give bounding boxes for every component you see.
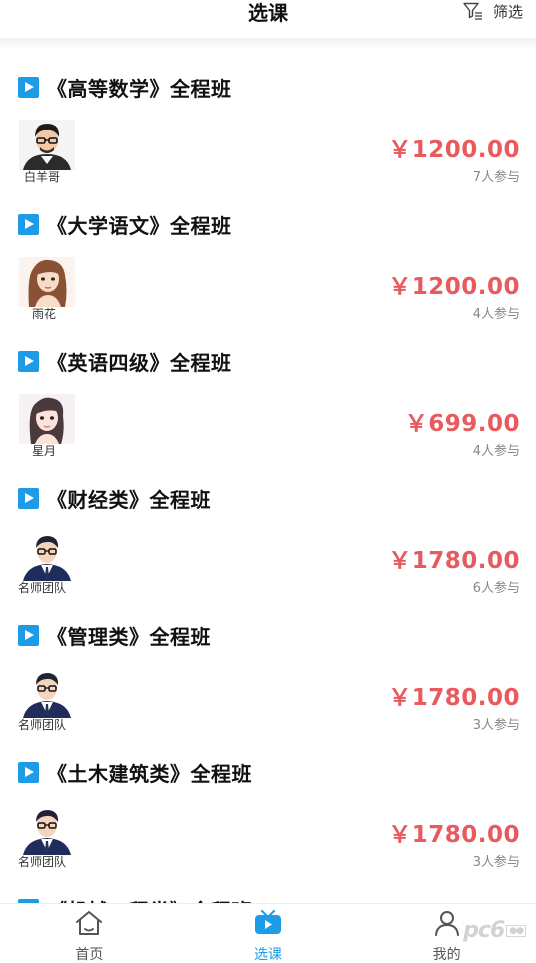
course-heading[interactable]: 《土木建筑类》全程班 (18, 757, 252, 787)
teacher-name: 白羊哥 (24, 170, 61, 184)
play-icon (18, 487, 39, 509)
course-name: 《土木建筑类》全程班 (47, 761, 252, 786)
course-heading[interactable]: 《管理类》全程班 (18, 620, 211, 650)
course-card[interactable]: 《土木建筑类》全程班 名师团队 ￥1780.00 3人参与 (0, 735, 536, 872)
course-price: ￥1780.00 (388, 822, 520, 848)
participant-count: 3人参与 (472, 718, 520, 733)
play-icon (18, 350, 39, 372)
tab-label: 选课 (254, 947, 282, 963)
teacher: 名师团队 (16, 531, 78, 597)
tab-label: 我的 (432, 947, 461, 963)
course-list[interactable]: 《高等数学》全程班 白羊哥 ￥1200.00 7人参与 《大学语文》全程班 雨花… (0, 50, 536, 903)
course-card[interactable]: 《管理类》全程班 名师团队 ￥1780.00 3人参与 (0, 598, 536, 735)
teacher-name: 名师团队 (18, 855, 67, 869)
tab-label: 首页 (75, 947, 104, 963)
header-divider (0, 38, 536, 50)
course-card[interactable]: 《高等数学》全程班 白羊哥 ￥1200.00 7人参与 (0, 50, 536, 187)
filter-label: 筛选 (492, 2, 523, 21)
course-price: ￥1200.00 (388, 137, 520, 163)
home-icon (76, 911, 103, 935)
avatar (19, 257, 75, 307)
course-card[interactable]: 《英语四级》全程班 星月 ￥699.00 4人参与 (0, 324, 536, 461)
filter-icon (463, 2, 482, 20)
teacher: 名师团队 (16, 805, 78, 871)
course-heading[interactable]: 《机械工程类》全程班 (18, 894, 252, 903)
avatar (19, 120, 75, 170)
teacher-name: 名师团队 (18, 581, 67, 595)
participant-count: 4人参与 (472, 444, 520, 459)
teacher-name: 雨花 (32, 307, 57, 321)
course-name: 《财经类》全程班 (47, 487, 211, 512)
teacher: 雨花 (16, 257, 78, 323)
participant-count: 4人参与 (472, 307, 520, 322)
tab-home[interactable]: 首页 (0, 904, 179, 963)
play-icon (18, 213, 39, 235)
user-icon (434, 911, 459, 936)
play-icon (18, 76, 39, 98)
teacher-name: 名师团队 (18, 718, 67, 732)
top-bar: 选课 筛选 (0, 0, 536, 38)
avatar (19, 805, 75, 855)
course-heading[interactable]: 《财经类》全程班 (18, 483, 211, 513)
tab-courses[interactable]: 选课 (179, 904, 358, 963)
course-name: 《高等数学》全程班 (47, 76, 232, 101)
bottom-tab-bar: 首页 选课 我的 (0, 903, 536, 963)
participant-count: 6人参与 (472, 581, 520, 596)
course-name: 《英语四级》全程班 (47, 350, 232, 375)
avatar (19, 394, 75, 444)
play-icon (18, 624, 39, 646)
course-price: ￥1780.00 (388, 685, 520, 711)
avatar (19, 531, 75, 581)
course-heading[interactable]: 《高等数学》全程班 (18, 72, 232, 102)
course-name: 《机械工程类》全程班 (47, 895, 252, 904)
avatar (19, 668, 75, 718)
teacher-name: 星月 (32, 444, 57, 458)
course-heading[interactable]: 《英语四级》全程班 (18, 346, 232, 376)
course-name: 《管理类》全程班 (47, 624, 211, 649)
course-price: ￥1780.00 (388, 548, 520, 574)
participant-count: 7人参与 (472, 170, 520, 185)
teacher: 白羊哥 (16, 120, 78, 186)
course-heading[interactable]: 《大学语文》全程班 (18, 209, 232, 239)
course-price: ￥1200.00 (388, 274, 520, 300)
course-card[interactable]: 《机械工程类》全程班 (0, 872, 536, 903)
course-name: 《大学语文》全程班 (47, 213, 232, 238)
watermark-logo: pc6 ●● (463, 918, 526, 943)
course-card[interactable]: 《大学语文》全程班 雨花 ￥1200.00 4人参与 (0, 187, 536, 324)
tv-icon (255, 910, 281, 934)
course-card[interactable]: 《财经类》全程班 名师团队 ￥1780.00 6人参与 (0, 461, 536, 598)
filter-button[interactable]: 筛选 (463, 0, 523, 22)
course-price: ￥699.00 (404, 411, 520, 437)
page-title: 选课 (248, 1, 288, 25)
participant-count: 3人参与 (472, 855, 520, 870)
teacher: 星月 (16, 394, 78, 460)
play-icon (18, 761, 39, 783)
teacher: 名师团队 (16, 668, 78, 734)
